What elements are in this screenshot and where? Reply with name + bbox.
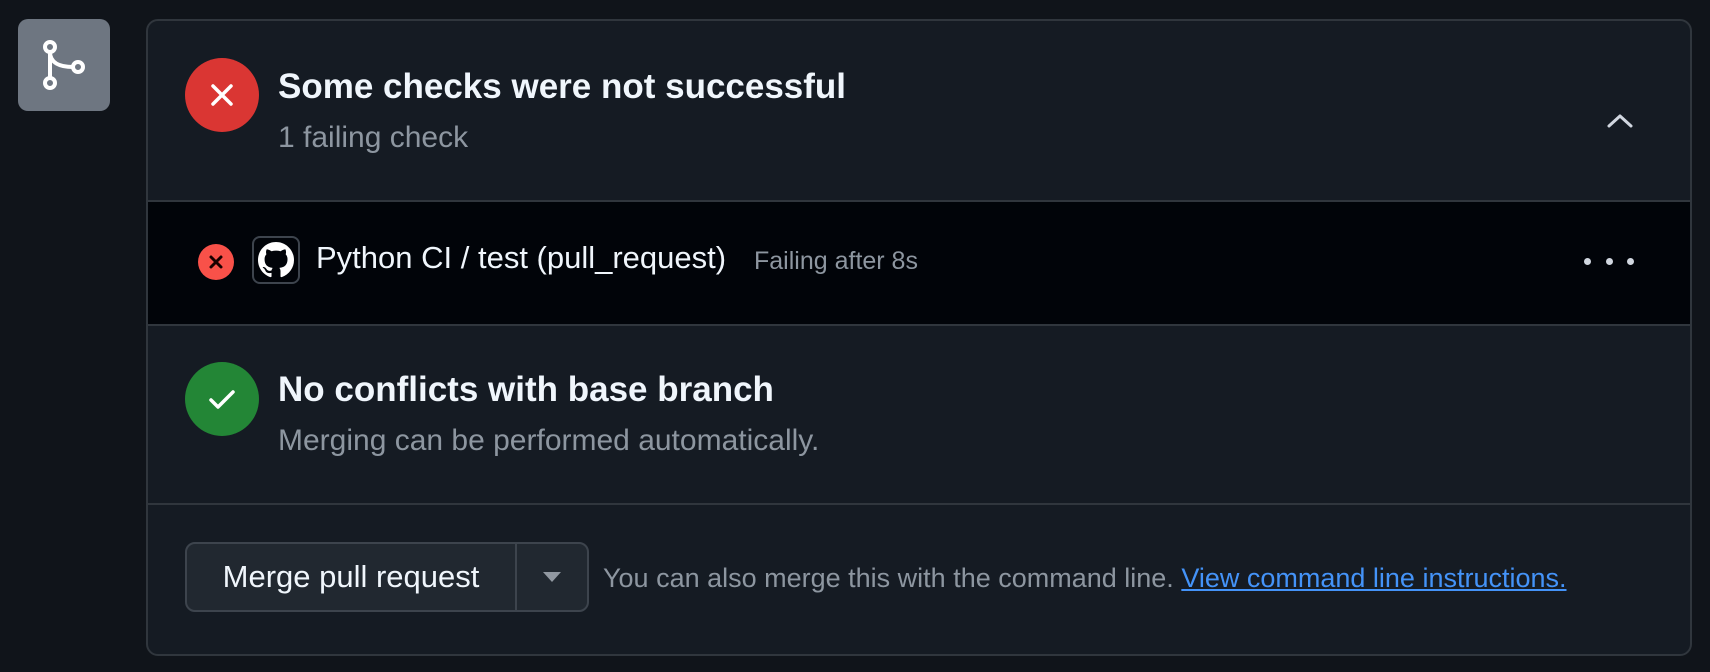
checks-subtitle: 1 failing check xyxy=(278,121,469,154)
merge-hint: You can also merge this with the command… xyxy=(603,563,1567,594)
github-mark-icon xyxy=(252,236,300,284)
merge-pull-request-button[interactable]: Merge pull request xyxy=(187,544,517,610)
check-row[interactable]: Python CI / test (pull_request) Failing … xyxy=(148,202,1690,326)
check-name-link[interactable]: Python CI / test (pull_request) xyxy=(316,240,726,276)
checks-summary: Some checks were not successful 1 failin… xyxy=(148,21,1690,202)
x-circle-icon xyxy=(198,244,234,280)
merge-status-panel: Some checks were not successful 1 failin… xyxy=(146,19,1692,656)
x-circle-icon xyxy=(185,58,259,132)
conflicts-summary: No conflicts with base branch Merging ca… xyxy=(148,326,1690,505)
git-merge-icon xyxy=(18,19,110,111)
conflicts-subtitle: Merging can be performed automatically. xyxy=(278,424,820,457)
triangle-down-icon[interactable] xyxy=(517,544,587,610)
merge-button-group: Merge pull request xyxy=(185,542,589,612)
command-line-instructions-link[interactable]: View command line instructions. xyxy=(1181,563,1566,593)
kebab-horizontal-icon[interactable] xyxy=(1584,246,1634,276)
merge-hint-text: You can also merge this with the command… xyxy=(603,563,1174,593)
checks-title: Some checks were not successful xyxy=(278,67,847,106)
check-circle-icon xyxy=(185,362,259,436)
check-status-text: Failing after 8s xyxy=(754,247,918,275)
conflicts-title: No conflicts with base branch xyxy=(278,370,774,409)
chevron-up-icon[interactable] xyxy=(1600,101,1640,141)
merge-actions: Merge pull request You can also merge th… xyxy=(148,505,1690,654)
